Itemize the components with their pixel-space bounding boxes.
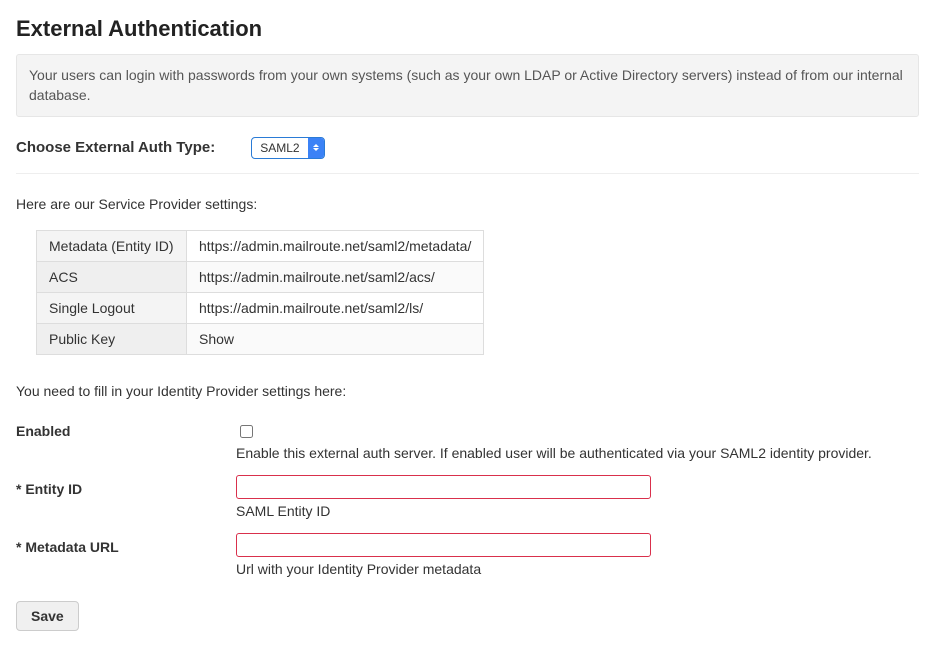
idp-intro: You need to fill in your Identity Provid… xyxy=(16,383,919,399)
entity-id-label: * Entity ID xyxy=(16,475,236,497)
sp-row-value: https://admin.mailroute.net/saml2/acs/ xyxy=(187,261,484,292)
sp-intro: Here are our Service Provider settings: xyxy=(16,196,919,212)
metadata-url-input[interactable] xyxy=(236,533,651,557)
sp-row-label: Single Logout xyxy=(37,292,187,323)
auth-type-label: Choose External Auth Type: xyxy=(16,139,215,156)
enabled-checkbox[interactable] xyxy=(240,425,253,438)
metadata-url-help: Url with your Identity Provider metadata xyxy=(236,561,919,577)
chevron-updown-icon xyxy=(308,138,324,158)
sp-settings-table: Metadata (Entity ID) https://admin.mailr… xyxy=(36,230,484,355)
table-row: ACS https://admin.mailroute.net/saml2/ac… xyxy=(37,261,484,292)
auth-type-select[interactable]: SAML2 xyxy=(251,137,324,159)
sp-row-label: Metadata (Entity ID) xyxy=(37,230,187,261)
entity-id-help: SAML Entity ID xyxy=(236,503,919,519)
info-description: Your users can login with passwords from… xyxy=(16,54,919,117)
sp-row-value: https://admin.mailroute.net/saml2/ls/ xyxy=(187,292,484,323)
enabled-help: Enable this external auth server. If ena… xyxy=(236,445,919,461)
sp-row-label: Public Key xyxy=(37,323,187,354)
entity-id-input[interactable] xyxy=(236,475,651,499)
table-row: Single Logout https://admin.mailroute.ne… xyxy=(37,292,484,323)
sp-row-value[interactable]: Show xyxy=(187,323,484,354)
table-row: Metadata (Entity ID) https://admin.mailr… xyxy=(37,230,484,261)
save-button[interactable]: Save xyxy=(16,601,79,631)
sp-row-value: https://admin.mailroute.net/saml2/metada… xyxy=(187,230,484,261)
sp-row-label: ACS xyxy=(37,261,187,292)
page-title: External Authentication xyxy=(16,16,919,42)
table-row: Public Key Show xyxy=(37,323,484,354)
metadata-url-label: * Metadata URL xyxy=(16,533,236,555)
enabled-label: Enabled xyxy=(16,417,236,439)
auth-type-selected: SAML2 xyxy=(252,138,307,158)
